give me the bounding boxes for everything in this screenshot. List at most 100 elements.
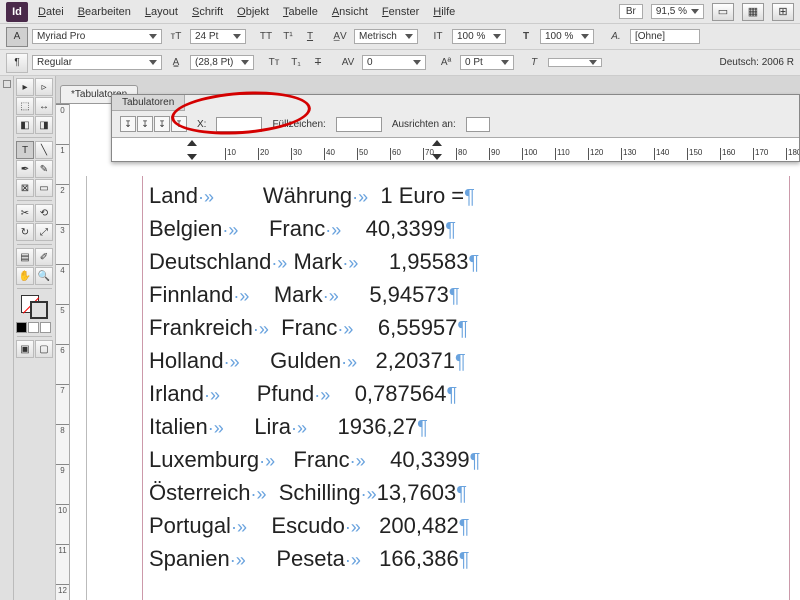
hscale-dropdown[interactable]: 100 % bbox=[540, 29, 594, 44]
scale-tool[interactable]: ⤢ bbox=[35, 223, 53, 241]
ruler-tick: 140 bbox=[654, 148, 669, 160]
dropdown-icon bbox=[493, 34, 501, 39]
screen-mode-icon[interactable]: ▦ bbox=[742, 3, 764, 21]
apply-gradient[interactable] bbox=[28, 322, 39, 333]
content-tool2[interactable]: ◨ bbox=[35, 116, 53, 134]
menu-ansicht[interactable]: Ansicht bbox=[332, 6, 368, 18]
charstyle-icon: A. bbox=[606, 28, 626, 46]
char-mode-button[interactable]: A bbox=[6, 27, 28, 47]
tracking-dropdown[interactable]: 0 bbox=[362, 55, 426, 70]
superscript-icon[interactable]: T¹ bbox=[278, 28, 298, 46]
view-normal[interactable]: ▣ bbox=[16, 340, 34, 358]
menu-bearbeiten[interactable]: Bearbeiten bbox=[78, 6, 131, 18]
menu-datei[interactable]: Datei bbox=[38, 6, 64, 18]
font-style-value: Regular bbox=[37, 57, 72, 68]
menu-objekt[interactable]: Objekt bbox=[237, 6, 269, 18]
selection-tool[interactable]: ▸ bbox=[16, 78, 34, 96]
vruler-tick: 11 bbox=[56, 544, 69, 555]
menubar: Id DateiBearbeitenLayoutSchriftObjektTab… bbox=[0, 0, 800, 24]
ruler-tick: 100 bbox=[522, 148, 537, 160]
collapse-icon[interactable] bbox=[3, 80, 11, 88]
line-tool[interactable]: ╲ bbox=[35, 141, 53, 159]
menu-schrift[interactable]: Schrift bbox=[192, 6, 223, 18]
apply-color[interactable] bbox=[16, 322, 27, 333]
apply-none[interactable] bbox=[40, 322, 51, 333]
dropdown-icon bbox=[581, 34, 589, 39]
view-preview[interactable]: ▢ bbox=[35, 340, 53, 358]
page: Land·» Währung·» 1 Euro =¶ Belgien·» Fra… bbox=[86, 176, 800, 600]
ausrichten-input[interactable] bbox=[466, 117, 490, 132]
baseline-dropdown[interactable]: 0 Pt bbox=[460, 55, 514, 70]
dropdown-icon bbox=[589, 60, 597, 65]
smallcaps-icon[interactable]: Tᴛ bbox=[264, 54, 284, 72]
type-tool[interactable]: T bbox=[16, 141, 34, 159]
ruler-tick: 70 bbox=[423, 148, 434, 160]
ausrichten-label: Ausrichten an: bbox=[392, 119, 456, 130]
pen-tool[interactable]: ✒ bbox=[16, 160, 34, 178]
para-mode-button[interactable]: ¶ bbox=[6, 53, 28, 73]
scissors-tool[interactable]: ✂ bbox=[16, 204, 34, 222]
subscript-icon[interactable]: T₁ bbox=[286, 54, 306, 72]
tabs-ruler[interactable]: 1020304050607080901001101201301401501601… bbox=[112, 137, 799, 161]
view-options-icon[interactable]: ▭ bbox=[712, 3, 734, 21]
menu-fenster[interactable]: Fenster bbox=[382, 6, 419, 18]
right-indent-top[interactable] bbox=[432, 140, 442, 146]
leading-value: (28,8 Pt) bbox=[195, 57, 233, 68]
ruler-tick: 90 bbox=[489, 148, 500, 160]
tab-decimal-align[interactable]: ↧ bbox=[171, 116, 187, 132]
font-size-dropdown[interactable]: 24 Pt bbox=[190, 29, 246, 44]
strikethrough-icon[interactable]: T bbox=[308, 54, 328, 72]
vruler-tick: 3 bbox=[56, 224, 69, 235]
rect-frame-tool[interactable]: ⊠ bbox=[16, 179, 34, 197]
skew-dropdown[interactable] bbox=[548, 58, 602, 67]
tabs-panel-title[interactable]: Tabulatoren bbox=[112, 95, 185, 111]
ruler-tick: 120 bbox=[588, 148, 603, 160]
ruler-tick: 110 bbox=[555, 148, 570, 160]
menu-tabelle[interactable]: Tabelle bbox=[283, 6, 318, 18]
font-family-dropdown[interactable]: Myriad Pro bbox=[32, 29, 162, 44]
gap-tool[interactable]: ↔ bbox=[35, 97, 53, 115]
tab-center-align[interactable]: ↧ bbox=[137, 116, 153, 132]
hand-tool[interactable]: ✋ bbox=[16, 267, 34, 285]
vruler-tick: 9 bbox=[56, 464, 69, 475]
first-line-indent-marker[interactable] bbox=[187, 140, 197, 146]
rotate-tool[interactable]: ↻ bbox=[16, 223, 34, 241]
leading-dropdown[interactable]: (28,8 Pt) bbox=[190, 55, 254, 70]
dropdown-icon bbox=[405, 34, 413, 39]
tab-right-align[interactable]: ↧ bbox=[154, 116, 170, 132]
zoom-dropdown[interactable]: 91,5 % bbox=[651, 4, 704, 19]
left-indent-marker[interactable] bbox=[187, 154, 197, 160]
gradient-tool[interactable]: ▤ bbox=[16, 248, 34, 266]
fill-stroke-swatch[interactable] bbox=[18, 292, 54, 320]
menu-layout[interactable]: Layout bbox=[145, 6, 178, 18]
menu-hilfe[interactable]: Hilfe bbox=[433, 6, 455, 18]
kerning-dropdown[interactable]: Metrisch bbox=[354, 29, 418, 44]
x-input[interactable] bbox=[216, 117, 262, 132]
charstyle-dropdown[interactable]: [Ohne] bbox=[630, 29, 700, 44]
transform-tool[interactable]: ⟲ bbox=[35, 204, 53, 222]
arrange-icon[interactable]: ⊞ bbox=[772, 3, 794, 21]
text-frame[interactable]: Land·» Währung·» 1 Euro =¶ Belgien·» Fra… bbox=[149, 180, 480, 576]
bridge-button[interactable]: Br bbox=[619, 4, 643, 19]
pencil-tool[interactable]: ✎ bbox=[35, 160, 53, 178]
page-tool[interactable]: ⬚ bbox=[16, 97, 34, 115]
content-tool[interactable]: ◧ bbox=[16, 116, 34, 134]
tab-left-align[interactable]: ↧ bbox=[120, 116, 136, 132]
rect-tool[interactable]: ▭ bbox=[35, 179, 53, 197]
dropdown-icon bbox=[149, 34, 157, 39]
direct-selection-tool[interactable]: ▹ bbox=[35, 78, 53, 96]
fuellzeichen-label: Füllzeichen: bbox=[272, 119, 325, 130]
vruler-tick: 12 bbox=[56, 584, 69, 595]
fuellzeichen-input[interactable] bbox=[336, 117, 382, 132]
font-style-dropdown[interactable]: Regular bbox=[32, 55, 162, 70]
stroke-swatch[interactable] bbox=[30, 301, 48, 319]
eyedropper-tool[interactable]: ✐ bbox=[35, 248, 53, 266]
vruler-tick: 6 bbox=[56, 344, 69, 355]
vertical-ruler: 0123456789101112 bbox=[56, 104, 70, 600]
zoom-tool[interactable]: 🔍 bbox=[35, 267, 53, 285]
vscale-dropdown[interactable]: 100 % bbox=[452, 29, 506, 44]
underline-icon[interactable]: T bbox=[300, 28, 320, 46]
language-dropdown[interactable]: Deutsch: 2006 R bbox=[720, 57, 795, 68]
allcaps-icon[interactable]: TT bbox=[256, 28, 276, 46]
tabs-panel: Tabulatoren ↧ ↧ ↧ ↧ X: Füllzeichen: Ausr… bbox=[111, 94, 800, 162]
